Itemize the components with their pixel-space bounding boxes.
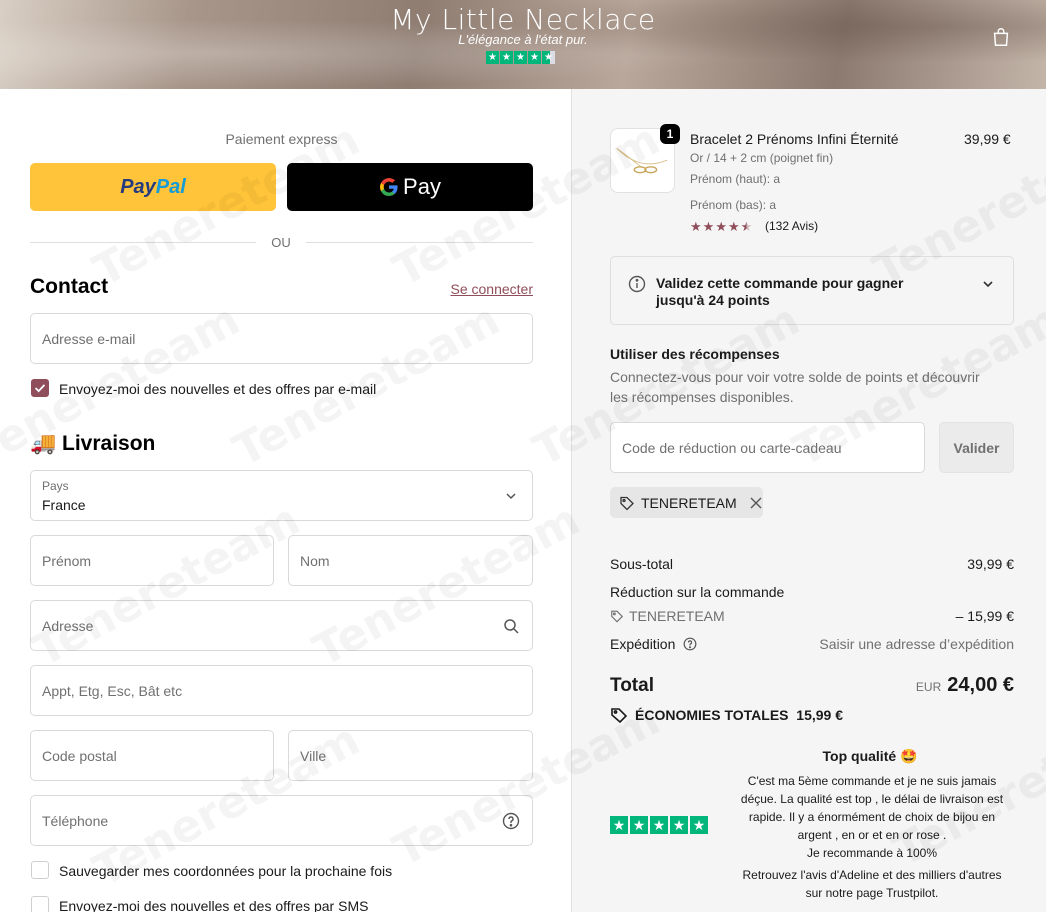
points-text-line2: jusqu'à 24 points bbox=[656, 292, 770, 308]
help-circle-icon[interactable] bbox=[683, 637, 697, 651]
store-tagline: L'élégance à l'état pur. bbox=[458, 32, 588, 47]
review-text: C'est ma 5ème commande et je ne suis jam… bbox=[740, 774, 1004, 900]
help-circle-icon[interactable] bbox=[502, 812, 520, 830]
sms-newsletter-checkbox[interactable] bbox=[31, 896, 49, 912]
order-reduction-label: Réduction sur la commande bbox=[610, 584, 785, 600]
star-icon: ★ bbox=[514, 51, 527, 64]
total-label: Total bbox=[610, 675, 654, 696]
newsletter-email-label: Envoyez-moi des nouvelles et des offres … bbox=[59, 381, 377, 397]
rewards-heading: Utiliser des récompenses bbox=[610, 346, 780, 362]
reduction-code: TENERETEAM bbox=[629, 608, 725, 624]
product-name: Bracelet 2 Prénoms Infini Éternité bbox=[690, 131, 899, 147]
paypal-button[interactable]: Pay Pal bbox=[30, 163, 276, 211]
google-pay-button[interactable]: Pay bbox=[287, 163, 533, 211]
applied-discount-code: TENERETEAM bbox=[641, 494, 737, 511]
star-icon: ★ bbox=[727, 219, 740, 234]
shipping-label: Expédition bbox=[610, 636, 676, 652]
product-variant: Or / 14 + 2 cm (poignet fin) bbox=[690, 151, 834, 165]
info-icon bbox=[628, 275, 646, 293]
discount-code-field[interactable]: Code de réduction ou carte-cadeau bbox=[610, 422, 925, 473]
search-icon bbox=[504, 618, 519, 634]
star-icon: ★ bbox=[690, 219, 702, 234]
apartment-field[interactable]: Appt, Etg, Esc, Bât etc bbox=[30, 665, 533, 716]
product-rating: ★ ★ ★ ★ ★ bbox=[690, 219, 752, 235]
tag-icon bbox=[611, 610, 624, 623]
contact-heading: Contact bbox=[30, 275, 109, 298]
divider bbox=[30, 242, 256, 243]
truck-icon: 🚚 bbox=[30, 432, 57, 455]
star-half-icon: ★ bbox=[740, 219, 753, 234]
star-icon: ★ bbox=[690, 816, 708, 834]
star-icon: ★ bbox=[500, 51, 513, 64]
reduction-value: – 15,99 € bbox=[955, 608, 1014, 624]
shipping-value: Saisir une adresse d’expédition bbox=[819, 636, 1014, 652]
tag-icon bbox=[620, 496, 634, 510]
phone-field[interactable]: Téléphone bbox=[30, 795, 533, 846]
city-field[interactable]: Ville bbox=[288, 730, 533, 781]
star-icon: ★ bbox=[670, 816, 688, 834]
star-icon: ★ bbox=[715, 219, 727, 234]
rewards-description-line1: Connectez-vous pour voir votre solde de … bbox=[610, 369, 980, 385]
address-field[interactable]: Adresse bbox=[30, 600, 533, 651]
express-checkout-label: Paiement express bbox=[225, 131, 338, 147]
divider bbox=[306, 242, 533, 243]
save-info-checkbox[interactable] bbox=[31, 861, 49, 879]
first-name-field[interactable]: Prénom bbox=[30, 535, 274, 586]
google-g-icon bbox=[380, 178, 398, 196]
subtotal-value: 39,99 € bbox=[967, 556, 1014, 572]
shopping-bag-icon[interactable] bbox=[990, 26, 1012, 48]
product-review-count: (132 Avis) bbox=[765, 219, 819, 233]
trustpilot-stars-header: ★ ★ ★ ★ ★ bbox=[486, 51, 555, 64]
sms-newsletter-label: Envoyez-moi des nouvelles et des offres … bbox=[59, 898, 369, 912]
star-icon: ★ bbox=[650, 816, 668, 834]
close-icon[interactable] bbox=[749, 496, 763, 510]
checkmark-icon bbox=[34, 384, 46, 393]
trustpilot-stars: ★ ★ ★ ★ ★ bbox=[610, 816, 708, 834]
star-icon: ★ bbox=[486, 51, 499, 64]
review-title: Top qualité 🤩 bbox=[822, 748, 918, 764]
chevron-down-icon[interactable] bbox=[979, 275, 997, 293]
postal-code-field[interactable]: Code postal bbox=[30, 730, 274, 781]
login-link[interactable]: Se connecter bbox=[420, 281, 534, 297]
star-icon: ★ bbox=[702, 219, 715, 234]
last-name-field[interactable]: Nom bbox=[288, 535, 533, 586]
product-price: 39,99 € bbox=[964, 131, 1011, 147]
star-icon: ★ bbox=[542, 51, 555, 64]
save-info-label: Sauvegarder mes coordonnées pour la proc… bbox=[59, 863, 393, 879]
total-currency: EUR bbox=[915, 680, 942, 694]
savings-tag-icon bbox=[611, 708, 628, 723]
newsletter-email-checkbox[interactable] bbox=[31, 379, 49, 397]
country-select-value: France bbox=[42, 497, 86, 513]
quantity-badge: 1 bbox=[660, 124, 680, 144]
total-savings: ÉCONOMIES TOTALES 15,99 € bbox=[635, 707, 843, 723]
apply-discount-button[interactable]: Valider bbox=[939, 422, 1014, 473]
product-option-bottom: Prénom (bas): a bbox=[690, 198, 777, 212]
total-value: EUR 24,00 € bbox=[915, 674, 1014, 696]
points-text-line1: Validez cette commande pour gagner bbox=[656, 275, 904, 291]
country-select[interactable]: Pays France bbox=[30, 470, 533, 521]
star-icon: ★ bbox=[630, 816, 648, 834]
chevron-down-icon bbox=[506, 492, 516, 499]
country-select-label: Pays bbox=[42, 479, 69, 493]
delivery-heading: 🚚 Livraison bbox=[30, 432, 156, 455]
subtotal-label: Sous-total bbox=[610, 556, 674, 572]
or-divider-label: OU bbox=[271, 235, 291, 250]
applied-discount-tag: TENERETEAM bbox=[610, 487, 763, 518]
star-icon: ★ bbox=[610, 816, 628, 834]
email-field[interactable]: Adresse e-mail bbox=[30, 313, 533, 364]
rewards-description-line2: les récompenses disponibles. bbox=[610, 389, 794, 405]
header-banner: My Little Necklace L'élégance à l'état p… bbox=[0, 0, 1046, 89]
loyalty-points-panel[interactable]: Validez cette commande pour gagner jusqu… bbox=[610, 256, 1014, 325]
star-icon: ★ bbox=[528, 51, 541, 64]
product-option-top: Prénom (haut): a bbox=[690, 172, 781, 186]
checkout-page: My Little Necklace L'élégance à l'état p… bbox=[0, 0, 1046, 912]
